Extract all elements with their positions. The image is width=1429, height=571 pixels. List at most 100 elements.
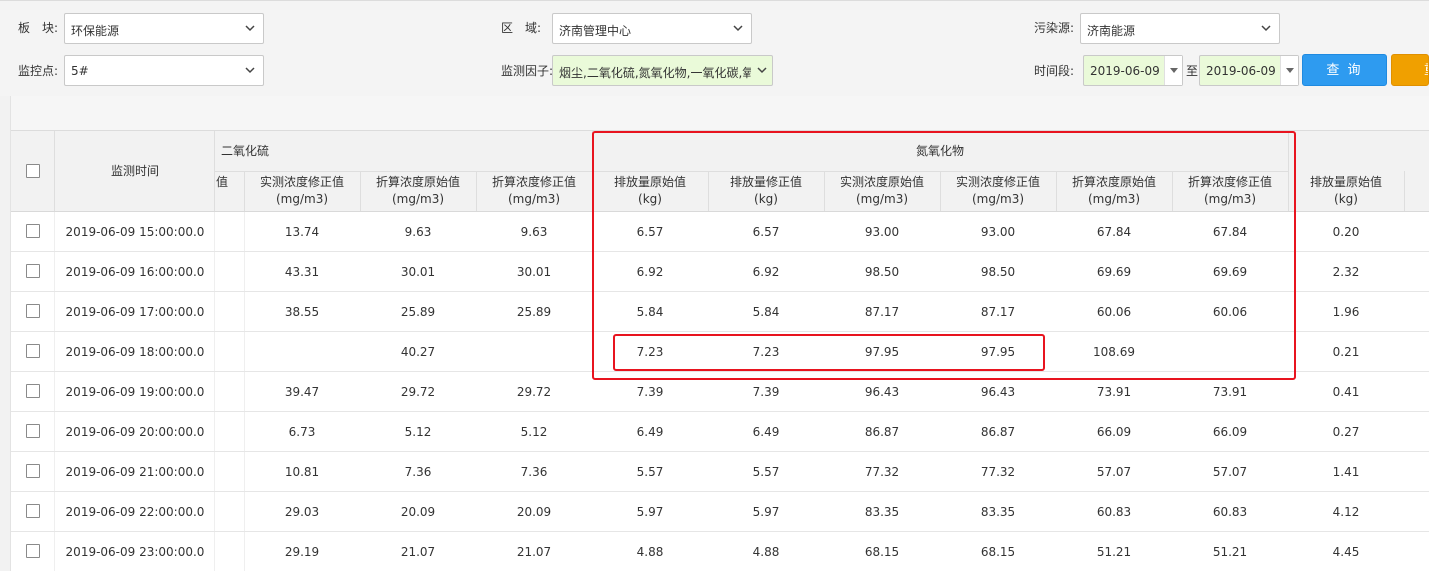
- row-value: 25.89: [516, 305, 552, 319]
- row-value: 5.57: [752, 465, 780, 479]
- chevron-down-icon: [245, 67, 255, 74]
- source-select[interactable]: 济南能源: [1080, 13, 1280, 44]
- row-value: 77.32: [864, 465, 900, 479]
- factor-select[interactable]: 烟尘,二氧化硫,氮氧化物,一氧化碳,氧: [552, 55, 773, 86]
- column-header: 排放量原始值 (kg): [1288, 174, 1404, 208]
- row-value: 40.27: [400, 345, 436, 359]
- date-from-value: 2019-06-09: [1090, 64, 1160, 78]
- row-value: 29.72: [400, 385, 436, 399]
- row-time: 2019-06-09 21:00:00.0: [65, 465, 205, 479]
- factor-value: 烟尘,二氧化硫,氮氧化物,一氧化碳,氧: [559, 66, 751, 80]
- column-header-name: 折算浓度原始值: [375, 175, 460, 189]
- row-checkbox[interactable]: [26, 464, 40, 478]
- row-value: 7.39: [752, 385, 780, 399]
- row-checkbox[interactable]: [26, 224, 40, 238]
- table-row[interactable]: 2019-06-09 21:00:00.0 10.81 7.36 7.36 5.57 5.…: [11, 452, 1429, 492]
- row-value: 9.63: [404, 225, 432, 239]
- region-select[interactable]: 济南管理中心: [552, 13, 752, 44]
- row-value: 0.41: [1332, 385, 1360, 399]
- caret-down-icon: [1280, 56, 1298, 85]
- row-time: 2019-06-09 18:00:00.0: [65, 345, 205, 359]
- date-from-picker[interactable]: 2019-06-09: [1083, 55, 1183, 86]
- chevron-down-icon: [733, 25, 743, 32]
- row-value: 96.43: [980, 385, 1016, 399]
- row-value: 5.97: [636, 505, 664, 519]
- row-value: 13.74: [284, 225, 320, 239]
- row-checkbox[interactable]: [26, 384, 40, 398]
- date-to-picker[interactable]: 2019-06-09: [1199, 55, 1299, 86]
- row-value: 4.88: [636, 545, 664, 559]
- row-value: 86.87: [864, 425, 900, 439]
- row-value: 51.21: [1212, 545, 1248, 559]
- row-time: 2019-06-09 15:00:00.0: [65, 225, 205, 239]
- row-value: 0.21: [1332, 345, 1360, 359]
- query-button[interactable]: 查 询: [1302, 54, 1387, 86]
- point-select[interactable]: 5#: [64, 55, 264, 86]
- row-checkbox[interactable]: [26, 504, 40, 518]
- row-value: 68.15: [980, 545, 1016, 559]
- chevron-down-icon: [245, 25, 255, 32]
- row-value: 77.32: [980, 465, 1016, 479]
- row-value: 30.01: [400, 265, 436, 279]
- row-value: 4.12: [1332, 505, 1360, 519]
- column-header-unit: (mg/m3): [275, 192, 329, 206]
- row-value: 39.47: [284, 385, 320, 399]
- row-value: 0.20: [1332, 225, 1360, 239]
- row-value: 51.21: [1096, 545, 1132, 559]
- group-header-so2: 二氧化硫: [221, 144, 270, 158]
- row-value: 66.09: [1096, 425, 1132, 439]
- source-label: 污染源:: [1034, 21, 1075, 35]
- row-value: 57.07: [1212, 465, 1248, 479]
- row-value: 29.19: [284, 545, 320, 559]
- sector-value: 环保能源: [71, 24, 120, 38]
- filter-bar: 板 块: 环保能源 区 域: 济南管理中心 污染源: 济南能源 监控点: 5# …: [0, 0, 1429, 96]
- row-value: 73.91: [1096, 385, 1132, 399]
- select-all-checkbox[interactable]: [26, 164, 40, 178]
- row-time: 2019-06-09 17:00:00.0: [65, 305, 205, 319]
- row-checkbox[interactable]: [26, 264, 40, 278]
- row-value: 38.55: [284, 305, 320, 319]
- left-gutter: [0, 96, 11, 571]
- column-header-unit: (mg/m3): [507, 192, 561, 206]
- row-value: 0.27: [1332, 425, 1360, 439]
- row-value: 60.83: [1096, 505, 1132, 519]
- column-header-unit: (kg): [1334, 192, 1358, 206]
- row-checkbox[interactable]: [26, 344, 40, 358]
- row-value: 5.12: [404, 425, 432, 439]
- column-header: 折算浓度原始值 (mg/m3): [360, 174, 476, 208]
- table-row[interactable]: 2019-06-09 20:00:00.0 6.73 5.12 5.12 6.49 6.4…: [11, 412, 1429, 452]
- table-row[interactable]: 2019-06-09 23:00:00.0 29.19 21.07 21.07 4.88…: [11, 532, 1429, 571]
- point-label: 监控点:: [18, 64, 59, 78]
- row-value: 7.39: [636, 385, 664, 399]
- row-value: 83.35: [980, 505, 1016, 519]
- date-to-label: 至: [1186, 64, 1199, 78]
- column-header-name: 折算浓度修正值: [491, 175, 576, 189]
- row-value: 29.03: [284, 505, 320, 519]
- cut-column-header: 值: [215, 175, 228, 189]
- row-value: 5.12: [520, 425, 548, 439]
- point-value: 5#: [71, 64, 89, 78]
- chevron-down-icon: [1261, 25, 1271, 32]
- date-to-value: 2019-06-09: [1206, 64, 1276, 78]
- row-value: 68.15: [864, 545, 900, 559]
- reset-button[interactable]: 重: [1391, 54, 1429, 86]
- row-value: 2.32: [1332, 265, 1360, 279]
- row-time: 2019-06-09 19:00:00.0: [65, 385, 205, 399]
- period-label: 时间段:: [1034, 64, 1075, 78]
- row-value: 9.63: [520, 225, 548, 239]
- column-header-name: 实测浓度修正值: [259, 175, 344, 189]
- row-time: 2019-06-09 16:00:00.0: [65, 265, 205, 279]
- row-value: 7.36: [404, 465, 432, 479]
- row-value: 5.57: [636, 465, 664, 479]
- row-value: 6.73: [288, 425, 316, 439]
- row-value: 20.09: [400, 505, 436, 519]
- row-value: 96.43: [864, 385, 900, 399]
- caret-down-icon: [1164, 56, 1182, 85]
- row-checkbox[interactable]: [26, 544, 40, 558]
- sector-select[interactable]: 环保能源: [64, 13, 264, 44]
- table-row[interactable]: 2019-06-09 22:00:00.0 29.03 20.09 20.09 5.97…: [11, 492, 1429, 532]
- row-value: 57.07: [1096, 465, 1132, 479]
- row-checkbox[interactable]: [26, 304, 40, 318]
- row-value: 21.07: [516, 545, 552, 559]
- row-checkbox[interactable]: [26, 424, 40, 438]
